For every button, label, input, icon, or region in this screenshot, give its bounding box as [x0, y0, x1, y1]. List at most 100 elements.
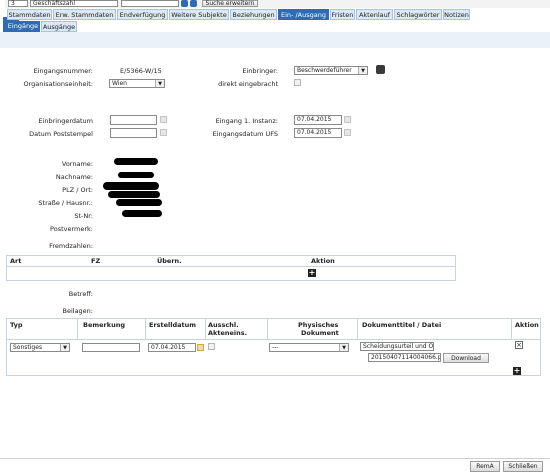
plz-ort-label: PLZ / Ort:: [62, 186, 93, 194]
download-button[interactable]: Download: [443, 353, 489, 363]
add-beilage-icon[interactable]: +: [513, 367, 521, 375]
left-panel-stub: [0, 0, 5, 8]
erstelldatum-input[interactable]: 07.04.2015: [148, 343, 196, 352]
tab-erw-stammdaten[interactable]: Erw. Stammdaten: [53, 9, 116, 20]
main-tab-bar: Stammdaten Erw. Stammdaten Endverfügung …: [0, 9, 550, 20]
chevron-down-icon: ▼: [155, 80, 164, 87]
direkt-eingebracht-label: direkt eingebracht: [218, 80, 278, 88]
chevron-down-icon: ▼: [339, 344, 348, 351]
table-header-row: Typ Bemerkung Erstelldatum Ausschl. Akte…: [7, 319, 540, 340]
einbringerdatum-input[interactable]: [110, 115, 157, 125]
datei-field: 20150407114004066.pdf: [368, 353, 441, 362]
eingang-instanz-label: Eingang 1. Instanz:: [215, 117, 278, 125]
beilagen-label: Beilagen:: [62, 307, 94, 315]
einbringerdatum-label: Einbringerdatum: [38, 117, 93, 125]
redaction-mark: [116, 199, 162, 206]
einbringer-search-icon[interactable]: [376, 65, 385, 74]
header-band: [0, 32, 550, 48]
eingangsdatum-ufs-label: Eingangsdatum UFS: [212, 130, 278, 138]
col-aktion: Aktion: [515, 321, 539, 329]
typ-value: Sonstiges: [13, 344, 43, 351]
fremdzahlen-label: Fremdzahlen:: [49, 242, 93, 250]
refresh-icon[interactable]: [190, 0, 197, 7]
rema-button[interactable]: RemA: [470, 461, 500, 472]
redaction-mark: [108, 191, 160, 198]
organisationseinheit-value: Wien: [112, 80, 127, 87]
calendar-icon[interactable]: [160, 116, 167, 123]
col-aktion: Aktion: [311, 257, 335, 265]
redaction-mark: [118, 172, 154, 178]
calendar-icon[interactable]: [197, 344, 204, 351]
typ-select[interactable]: Sonstiges ▼: [10, 343, 70, 352]
chevron-down-icon: ▼: [60, 344, 69, 351]
tab-endverfuegung[interactable]: Endverfügung: [117, 9, 168, 20]
redaction-mark: [114, 158, 158, 165]
dokumenttitel-input[interactable]: Scheidungsurteil und Ob: [360, 342, 434, 351]
strasse-label: Straße / Hausnr.:: [38, 199, 93, 207]
physisches-dokument-select[interactable]: --- ▼: [269, 343, 349, 352]
search-icon[interactable]: [181, 0, 188, 7]
betreff-label: Betreff:: [68, 290, 93, 298]
tab-notizen[interactable]: Notizen: [443, 9, 470, 20]
search-type-select[interactable]: Geschäftszahl: [30, 0, 118, 7]
extended-search-button[interactable]: Suche erweitern: [202, 0, 258, 7]
organisationseinheit-select[interactable]: Wien ▼: [109, 79, 165, 88]
col-ausschl-2: Akteneins.: [208, 329, 248, 337]
table-header-row: Art FZ Übern. Aktion: [7, 256, 455, 267]
col-physisch-2: Dokument: [301, 329, 339, 337]
tab-weitere-subjekte[interactable]: Weitere Subjekte: [169, 9, 229, 20]
col-divider: [145, 319, 146, 339]
col-ausschl-1: Ausschl.: [208, 321, 239, 329]
einbringer-value: Beschwerdeführer: [297, 67, 352, 74]
redaction-mark: [103, 182, 159, 190]
calendar-icon[interactable]: [344, 129, 351, 136]
tab-aktenlauf[interactable]: Aktenlauf: [356, 9, 393, 20]
tab-ein-ausgang[interactable]: Ein- /Ausgang: [278, 9, 329, 20]
nachname-label: Nachname:: [55, 173, 93, 181]
postvermerk-label: Postvermerk:: [50, 225, 93, 233]
ausschl-akteneins-checkbox[interactable]: [208, 343, 215, 350]
schliessen-button[interactable]: Schließen: [503, 461, 543, 472]
calendar-icon[interactable]: [344, 116, 351, 123]
search-input[interactable]: [121, 0, 179, 7]
chevron-down-icon: ▼: [358, 67, 367, 74]
add-fremdzahl-icon[interactable]: +: [308, 269, 316, 277]
eingangsnummer-value: E/5366-W/15: [120, 67, 162, 75]
subtab-ausgaenge[interactable]: Ausgänge: [41, 21, 77, 32]
col-physisch-1: Physisches: [298, 321, 339, 329]
direkt-eingebracht-checkbox[interactable]: [294, 79, 301, 86]
vorname-label: Vorname:: [61, 160, 93, 168]
top-search-bar: 3 Geschäftszahl Suche erweitern: [0, 0, 550, 8]
organisationseinheit-label: Organisationseinheit:: [23, 80, 93, 88]
einbringer-select[interactable]: Beschwerdeführer ▼: [294, 66, 368, 75]
tab-beziehungen[interactable]: Beziehungen: [230, 9, 277, 20]
calendar-icon[interactable]: [160, 129, 167, 136]
col-divider: [205, 319, 206, 339]
subtab-eingaenge[interactable]: Eingänge: [6, 21, 40, 32]
tab-fristen[interactable]: Fristen: [330, 9, 355, 20]
physisches-dokument-value: ---: [272, 344, 279, 351]
search-scope-select[interactable]: 3: [8, 0, 28, 7]
bemerkung-input[interactable]: [82, 343, 140, 352]
col-divider: [357, 319, 358, 339]
stnr-label: St-Nr:: [74, 212, 93, 220]
eingangsnummer-label: Eingangsnummer:: [33, 67, 93, 75]
tab-stammdaten[interactable]: Stammdaten: [7, 9, 52, 20]
close-icon[interactable]: ×: [515, 341, 523, 349]
eingang-instanz-input[interactable]: 07.04.2015: [294, 115, 342, 125]
redaction-mark: [122, 210, 162, 217]
eingangsdatum-ufs-input[interactable]: 07.04.2015: [294, 128, 342, 138]
einbringer-label: Einbringer:: [242, 67, 278, 75]
tab-schlagwoerter[interactable]: Schlagwörter: [394, 9, 442, 20]
col-art: Art: [10, 257, 22, 265]
beilagen-table: Typ Bemerkung Erstelldatum Ausschl. Akte…: [6, 318, 541, 376]
col-divider: [511, 319, 512, 339]
col-fz: FZ: [91, 257, 101, 265]
col-uebern: Übern.: [157, 257, 182, 265]
fremdzahlen-table: Art FZ Übern. Aktion +: [6, 255, 456, 281]
datum-poststempel-label: Datum Poststempel: [29, 130, 93, 138]
col-typ: Typ: [10, 321, 23, 329]
col-divider: [267, 319, 268, 339]
col-dokument: Dokumenttitel / Datei: [362, 321, 442, 329]
datum-poststempel-input[interactable]: [110, 128, 157, 138]
